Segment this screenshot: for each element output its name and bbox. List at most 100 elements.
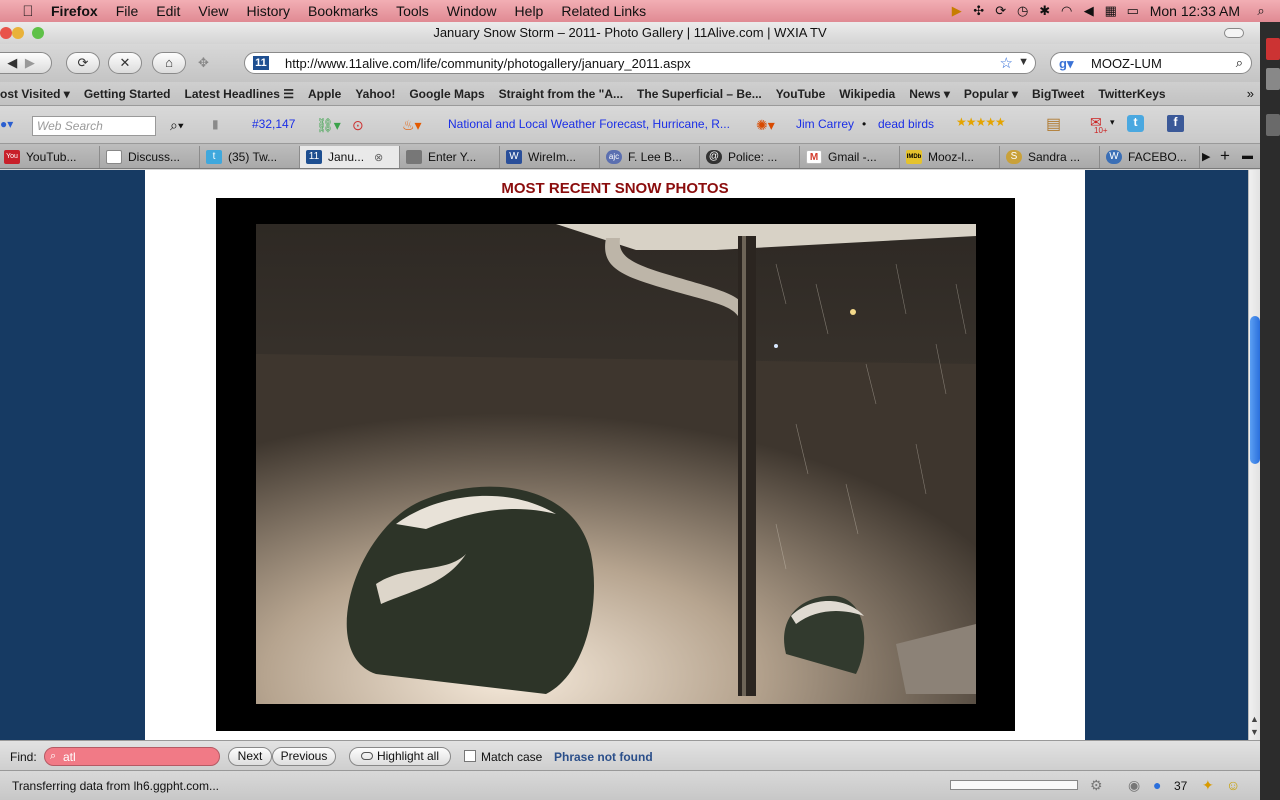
bookmark-most-visited[interactable]: ost Visited ▾ bbox=[0, 87, 77, 101]
link-chain-icon[interactable]: ⛓▾ bbox=[316, 117, 341, 134]
bookmark-twitterkeys[interactable]: TwitterKeys bbox=[1091, 87, 1172, 101]
tab-ajc[interactable]: ajc F. Lee B... bbox=[600, 146, 700, 168]
new-tab-icon[interactable]: + bbox=[1220, 146, 1230, 166]
search-icon[interactable]: ⌕ bbox=[1236, 55, 1243, 71]
list-all-tabs-icon[interactable]: ▬ bbox=[1242, 150, 1253, 162]
site-favicon-icon[interactable]: 11 bbox=[253, 56, 269, 70]
rank-count[interactable]: #32,147 bbox=[252, 117, 295, 131]
menu-window[interactable]: Window bbox=[438, 3, 506, 19]
tab-twitter[interactable]: t (35) Tw... bbox=[200, 146, 300, 168]
sync-icon[interactable]: ⟳ bbox=[990, 3, 1012, 19]
menu-view[interactable]: View bbox=[189, 3, 237, 19]
find-input-value[interactable]: atl bbox=[63, 750, 76, 764]
download-icon[interactable]: ● bbox=[1153, 777, 1161, 793]
menu-app[interactable]: Firefox bbox=[42, 3, 107, 19]
close-window-button[interactable] bbox=[0, 27, 12, 39]
search-box[interactable]: g▾ MOOZ-LUM ⌕ bbox=[1050, 52, 1252, 74]
timemachine-icon[interactable]: ◷ bbox=[1012, 3, 1034, 19]
search-input[interactable]: MOOZ-LUM bbox=[1091, 56, 1162, 71]
toolbar-toggle-button[interactable] bbox=[1224, 28, 1244, 38]
tab-gmail[interactable]: M Gmail -... bbox=[800, 146, 900, 168]
bookmarks-overflow-icon[interactable]: » bbox=[1247, 86, 1254, 101]
bookmark-latest-headlines[interactable]: Latest Headlines ☰ bbox=[178, 87, 301, 101]
google-engine-icon[interactable]: g▾ bbox=[1059, 56, 1073, 72]
volume-icon[interactable]: ◀ bbox=[1078, 3, 1100, 19]
zoom-window-button[interactable] bbox=[32, 27, 44, 39]
rating-stars-icon[interactable]: ★★★★★ bbox=[956, 115, 1006, 129]
tab-imdb[interactable]: IMDb Mooz-l... bbox=[900, 146, 1000, 168]
stumble-icon[interactable]: ⊙ bbox=[352, 117, 364, 134]
find-next-button[interactable]: Next bbox=[228, 747, 272, 766]
forward-arrow-icon[interactable]: ▶ bbox=[25, 55, 35, 70]
apple-icon[interactable]:  bbox=[14, 3, 42, 20]
bookmark-wikipedia[interactable]: Wikipedia bbox=[832, 87, 902, 101]
tab-wireimage[interactable]: W WireIm... bbox=[500, 146, 600, 168]
url-dropdown-icon[interactable]: ▼ bbox=[1018, 56, 1029, 68]
reload-button[interactable]: ⟳ bbox=[66, 52, 100, 74]
bookmark-google-maps[interactable]: Google Maps bbox=[402, 87, 491, 101]
bookmark-apple[interactable]: Apple bbox=[301, 87, 348, 101]
page-scrollbar[interactable]: ▲ ▼ bbox=[1248, 170, 1260, 740]
ruler-icon[interactable]: ▮ bbox=[212, 117, 219, 131]
bookmark-yahoo[interactable]: Yahoo! bbox=[348, 87, 402, 101]
record-icon[interactable]: ◉ bbox=[1128, 777, 1140, 794]
find-previous-button[interactable]: Previous bbox=[272, 747, 336, 766]
stop-button[interactable]: ✕ bbox=[108, 52, 142, 74]
tab-youtube[interactable]: You YouTub... bbox=[0, 146, 100, 168]
paw-icon[interactable]: ✣ bbox=[968, 3, 990, 19]
twitter-icon[interactable]: t bbox=[1127, 115, 1144, 132]
scroll-down-icon[interactable]: ▼ bbox=[1250, 727, 1259, 737]
scrollbar-thumb[interactable] bbox=[1250, 316, 1260, 464]
spotlight-icon[interactable]: ⌕ bbox=[1250, 3, 1272, 19]
url-text[interactable]: http://www.11alive.com/life/community/ph… bbox=[285, 56, 691, 71]
menu-related-links[interactable]: Related Links bbox=[552, 3, 655, 19]
clock[interactable]: Mon 12:33 AM bbox=[1144, 3, 1250, 19]
tab-enter[interactable]: Enter Y... bbox=[400, 146, 500, 168]
find-input[interactable]: ⌕ atl bbox=[44, 747, 220, 766]
trend-link-dead-birds[interactable]: dead birds bbox=[878, 117, 934, 131]
bookmark-superficial[interactable]: The Superficial – Be... bbox=[630, 87, 769, 101]
bookmark-star-icon[interactable]: ☆ bbox=[1000, 54, 1013, 72]
flame-icon[interactable]: ♨▾ bbox=[402, 117, 422, 134]
match-case-label[interactable]: Match case bbox=[481, 750, 542, 764]
home-button[interactable]: ⌂ bbox=[152, 52, 186, 74]
wifi-icon[interactable]: ◠ bbox=[1056, 3, 1078, 19]
bookmark-youtube[interactable]: YouTube bbox=[769, 87, 833, 101]
gear-icon[interactable]: ⚙ bbox=[1090, 777, 1103, 794]
bookmark-popular[interactable]: Popular ▾ bbox=[957, 87, 1025, 101]
calendar-icon[interactable]: ▦ bbox=[1100, 3, 1122, 19]
bookmark-news[interactable]: News ▾ bbox=[902, 87, 957, 101]
scroll-up-icon[interactable]: ▲ bbox=[1250, 714, 1259, 724]
tab-january-active[interactable]: 11 Janu... ⊗ bbox=[300, 146, 400, 168]
snow-photo[interactable] bbox=[256, 224, 976, 704]
tab-facebook[interactable]: W FACEBO... bbox=[1100, 146, 1200, 168]
back-forward-button[interactable]: ◀ ▶ bbox=[0, 52, 52, 74]
addon-puzzle-icon[interactable]: ✥ bbox=[198, 55, 209, 71]
close-tab-icon[interactable]: ⊗ bbox=[374, 151, 383, 164]
clipboard-icon[interactable]: ▤ bbox=[1046, 114, 1061, 134]
trend-link-jim-carrey[interactable]: Jim Carrey bbox=[796, 117, 854, 131]
smiley-icon[interactable]: ☺ bbox=[1226, 777, 1240, 793]
highlight-all-button[interactable]: Highlight all bbox=[349, 747, 451, 766]
minimize-window-button[interactable] bbox=[12, 27, 24, 39]
bookmark-bigtweet[interactable]: BigTweet bbox=[1025, 87, 1091, 101]
gmail-dropdown-icon[interactable]: ▾ bbox=[1110, 117, 1115, 128]
addon-status-icon[interactable]: ✦ bbox=[1202, 777, 1214, 794]
menu-history[interactable]: History bbox=[237, 3, 299, 19]
tab-police[interactable]: @ Police: ... bbox=[700, 146, 800, 168]
weather-forecast-link[interactable]: National and Local Weather Forecast, Hur… bbox=[448, 117, 730, 131]
battery-icon[interactable]: ▭ bbox=[1122, 3, 1144, 19]
menu-edit[interactable]: Edit bbox=[147, 3, 189, 19]
match-case-checkbox[interactable] bbox=[464, 750, 476, 762]
menu-file[interactable]: File bbox=[107, 3, 148, 19]
magnifier-dropdown-icon[interactable]: ⌕▾ bbox=[170, 117, 184, 134]
news-ticker-icon[interactable]: ✺▾ bbox=[756, 117, 775, 134]
tab-discuss[interactable]: Discuss... bbox=[100, 146, 200, 168]
plex-icon[interactable]: ▶ bbox=[946, 3, 968, 19]
web-search-input[interactable]: Web Search bbox=[32, 116, 156, 136]
bookmark-straight-from[interactable]: Straight from the "A... bbox=[492, 87, 630, 101]
url-bar[interactable]: 11 http://www.11alive.com/life/community… bbox=[244, 52, 1036, 74]
menu-bookmarks[interactable]: Bookmarks bbox=[299, 3, 387, 19]
bluetooth-icon[interactable]: ✱ bbox=[1034, 3, 1056, 19]
menu-help[interactable]: Help bbox=[506, 3, 553, 19]
